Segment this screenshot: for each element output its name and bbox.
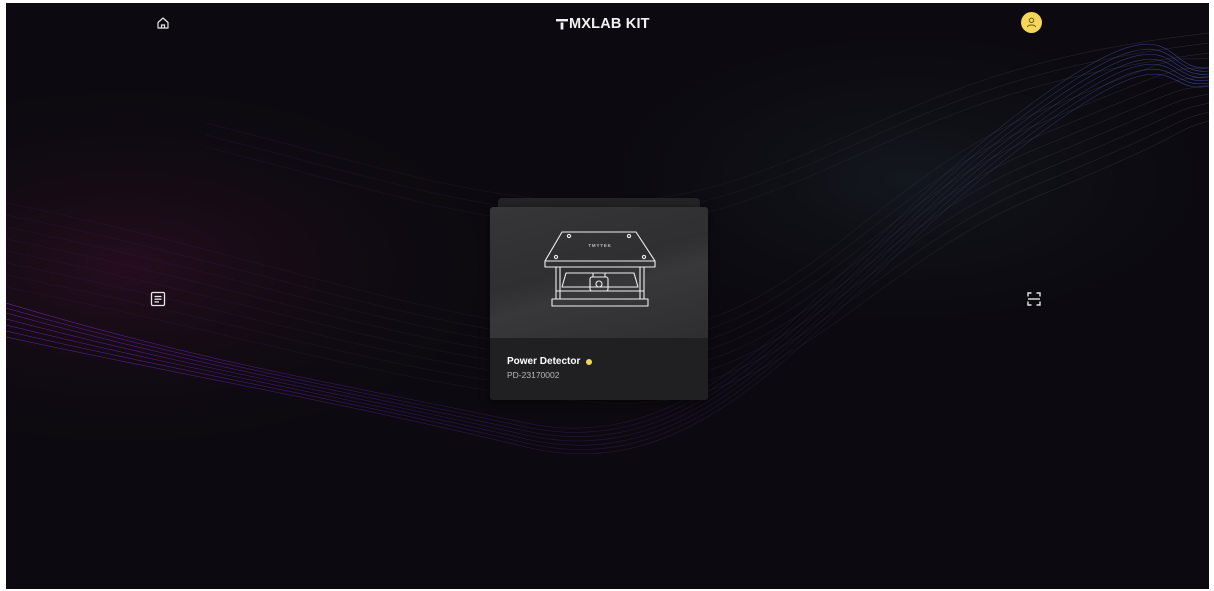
user-avatar-button[interactable] [1021, 12, 1042, 33]
user-avatar-icon [1026, 17, 1037, 28]
device-name: Power Detector [507, 356, 581, 367]
brand-logo: MXLAB KIT [556, 14, 650, 34]
device-title-row: Power Detector [507, 356, 593, 367]
home-icon [157, 17, 169, 29]
power-detector-illustration: TMYTEK [544, 231, 656, 307]
home-button[interactable] [155, 15, 171, 31]
scan-icon [1027, 292, 1041, 306]
document-list-button[interactable] [149, 290, 167, 308]
device-brand-label: TMYTEK [588, 243, 611, 248]
device-card-footer: Power Detector PD-23170002 [490, 338, 708, 400]
device-card[interactable]: TMYTEK Power Detector PD-23170002 [490, 207, 708, 400]
document-list-icon [150, 291, 166, 307]
device-serial: PD-23170002 [507, 370, 560, 380]
app-title: MXLAB KIT [569, 16, 650, 32]
app-window: MXLAB KIT TMYTEK Power Detector PD-23170… [6, 3, 1209, 589]
tmytek-mark-icon [556, 19, 568, 30]
scan-button[interactable] [1025, 290, 1043, 308]
device-status-dot [586, 358, 593, 365]
device-image: TMYTEK [490, 207, 708, 338]
